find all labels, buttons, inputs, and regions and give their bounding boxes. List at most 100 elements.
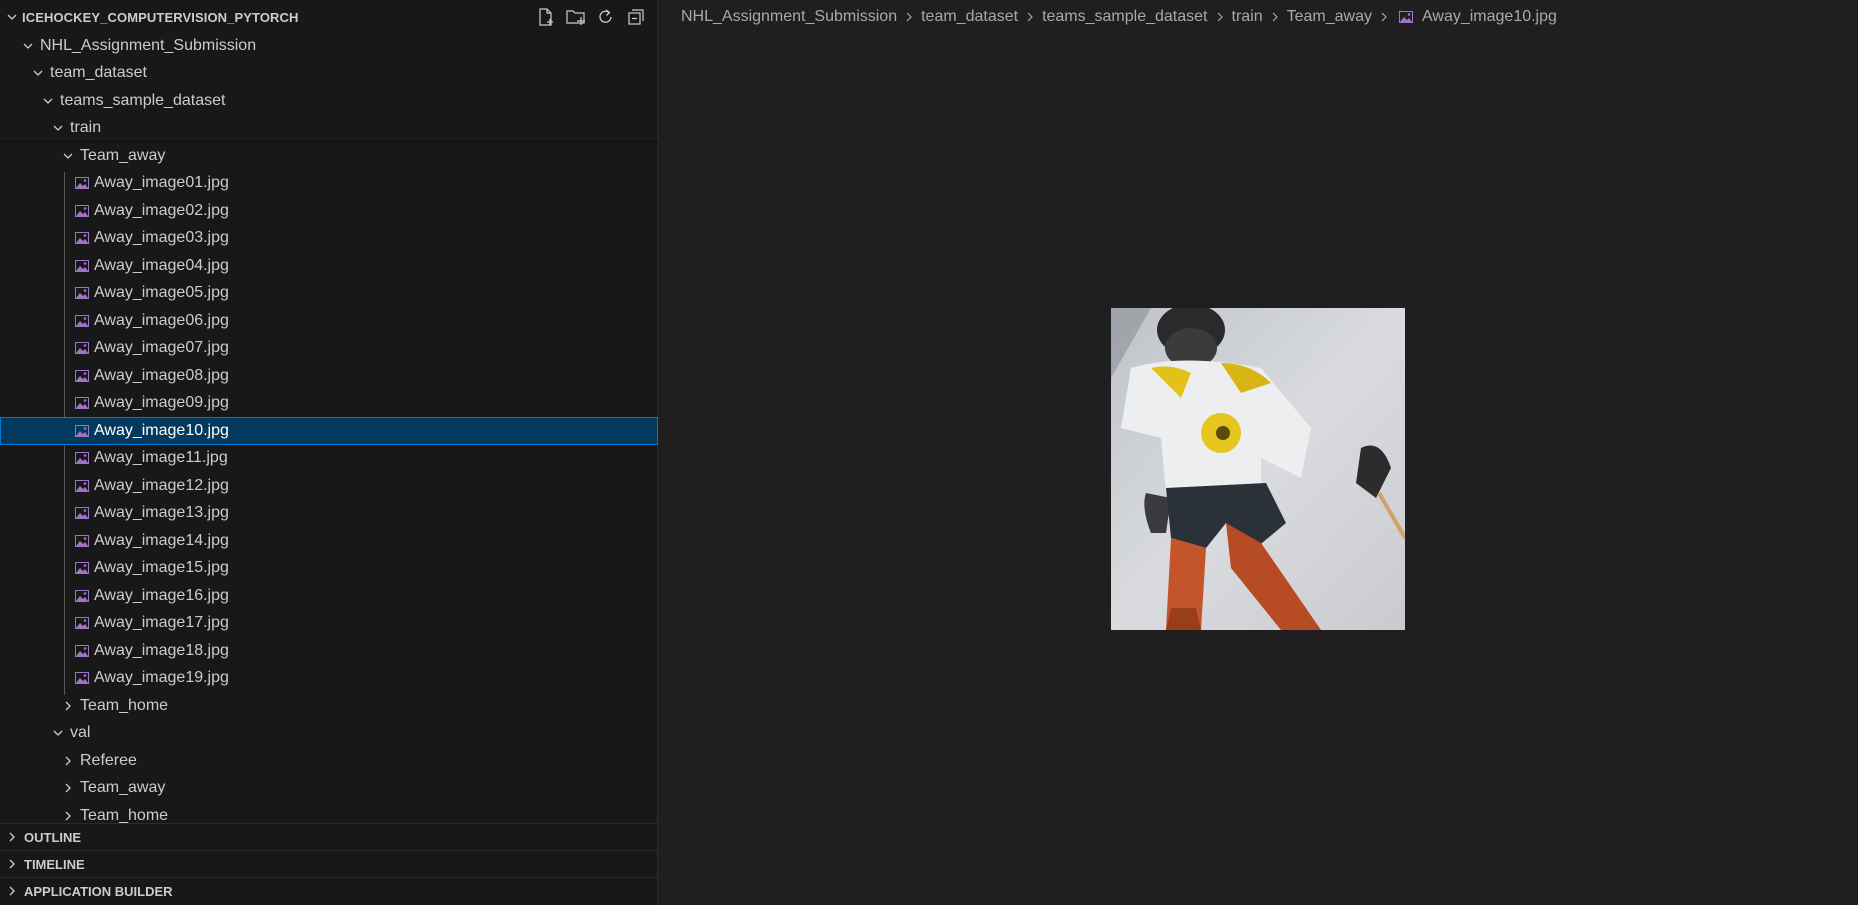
tree-file[interactable]: Away_image06.jpg xyxy=(0,307,658,335)
sticky-scroll-shadow xyxy=(0,141,658,144)
tree-item-label: Away_image05.jpg xyxy=(94,284,229,302)
chevron-right-icon xyxy=(1212,9,1228,25)
chevron-down-icon[interactable] xyxy=(50,725,66,741)
tree-file[interactable]: Away_image08.jpg xyxy=(0,362,658,390)
tree-item-label: Away_image16.jpg xyxy=(94,586,229,604)
breadcrumb-item[interactable]: teams_sample_dataset xyxy=(1040,8,1209,26)
image-editor: NHL_Assignment_Submission team_dataset tea… xyxy=(659,0,1858,905)
tree-folder[interactable]: Team_away xyxy=(0,142,658,170)
image-file-icon xyxy=(74,340,90,356)
tree-file[interactable]: Away_image11.jpg xyxy=(0,445,658,473)
panel-outline[interactable]: OUTLINE xyxy=(0,823,658,850)
tree-file[interactable]: Away_image18.jpg xyxy=(0,637,658,665)
image-file-icon xyxy=(74,533,90,549)
image-file-icon xyxy=(74,670,90,686)
tree-file[interactable]: Away_image01.jpg xyxy=(0,170,658,198)
tree-folder[interactable]: val xyxy=(0,720,658,748)
collapse-all-icon[interactable] xyxy=(624,6,648,28)
tree-file[interactable]: Away_image09.jpg xyxy=(0,390,658,418)
tree-item-label: Away_image01.jpg xyxy=(94,174,229,192)
tree-file[interactable]: Away_image07.jpg xyxy=(0,335,658,363)
image-file-icon xyxy=(74,560,90,576)
tree-item-label: Away_image13.jpg xyxy=(94,504,229,522)
tree-file[interactable]: Away_image13.jpg xyxy=(0,500,658,528)
new-file-icon[interactable] xyxy=(534,6,558,28)
panel-label: TIMELINE xyxy=(24,856,85,872)
chevron-down-icon[interactable] xyxy=(50,120,66,136)
explorer-header[interactable]: ICEHOCKEY_COMPUTERVISION_PYTORCH xyxy=(0,2,658,32)
tree-item-label: Away_image19.jpg xyxy=(94,669,229,687)
tree-file[interactable]: Away_image15.jpg xyxy=(0,555,658,583)
tree-item-label: train xyxy=(70,119,102,137)
tree-item-label: Away_image09.jpg xyxy=(94,394,229,412)
tree-item-label: Away_image12.jpg xyxy=(94,476,229,494)
chevron-right-icon[interactable] xyxy=(4,829,20,845)
tree-item-label: Referee xyxy=(80,751,137,769)
tree-file[interactable]: Away_image10.jpg xyxy=(0,417,658,445)
panel-timeline[interactable]: TIMELINE xyxy=(0,850,658,877)
breadcrumb-item[interactable]: team_dataset xyxy=(919,8,1020,26)
breadcrumb-file[interactable]: Away_image10.jpg xyxy=(1420,8,1559,26)
explorer-sidebar: ICEHOCKEY_COMPUTERVISION_PYTORCH NHL_Ass… xyxy=(0,0,658,905)
tree-file[interactable]: Away_image12.jpg xyxy=(0,472,658,500)
panel-application-builder[interactable]: APPLICATION BUILDER xyxy=(0,877,658,904)
chevron-right-icon[interactable] xyxy=(60,753,76,769)
image-file-icon xyxy=(74,285,90,301)
chevron-right-icon xyxy=(1022,9,1038,25)
tree-folder[interactable]: NHL_Assignment_Submission xyxy=(0,32,658,60)
tree-file[interactable]: Away_image03.jpg xyxy=(0,225,658,253)
image-preview[interactable] xyxy=(1111,308,1405,630)
tree-file[interactable]: Away_image05.jpg xyxy=(0,280,658,308)
chevron-right-icon[interactable] xyxy=(4,856,20,872)
panel-label: OUTLINE xyxy=(24,829,82,845)
chevron-down-icon[interactable] xyxy=(4,9,20,25)
new-folder-icon[interactable] xyxy=(564,6,588,28)
chevron-down-icon[interactable] xyxy=(20,38,36,54)
image-file-icon xyxy=(74,395,90,411)
chevron-down-icon[interactable] xyxy=(60,148,76,164)
tree-file[interactable]: Away_image14.jpg xyxy=(0,527,658,555)
image-file-icon xyxy=(74,450,90,466)
tree-item-label: Away_image03.jpg xyxy=(94,229,229,247)
tree-item-label: Team_away xyxy=(80,146,166,164)
tree-item-label: Away_image04.jpg xyxy=(94,256,229,274)
chevron-right-icon[interactable] xyxy=(60,698,76,714)
tree-folder[interactable]: train xyxy=(0,115,658,143)
chevron-down-icon[interactable] xyxy=(30,65,46,81)
tree-file[interactable]: Away_image04.jpg xyxy=(0,252,658,280)
image-file-icon xyxy=(74,615,90,631)
tree-item-label: Away_image17.jpg xyxy=(94,614,229,632)
refresh-icon[interactable] xyxy=(594,6,618,28)
tree-item-label: team_dataset xyxy=(50,64,147,82)
tree-item-label: Away_image11.jpg xyxy=(94,449,228,467)
chevron-right-icon[interactable] xyxy=(60,808,76,824)
breadcrumb-item[interactable]: NHL_Assignment_Submission xyxy=(679,8,899,26)
tree-item-label: NHL_Assignment_Submission xyxy=(40,36,257,54)
tree-folder[interactable]: Referee xyxy=(0,747,658,775)
tree-folder[interactable]: Team_away xyxy=(0,775,658,803)
tree-folder[interactable]: Team_home xyxy=(0,692,658,720)
image-file-icon xyxy=(74,588,90,604)
chevron-right-icon[interactable] xyxy=(4,883,20,899)
breadcrumb-item[interactable]: train xyxy=(1230,8,1265,26)
chevron-right-icon xyxy=(1267,9,1283,25)
panel-label: APPLICATION BUILDER xyxy=(24,883,173,899)
image-file-icon xyxy=(74,478,90,494)
breadcrumb: NHL_Assignment_Submission team_dataset tea… xyxy=(679,4,1559,30)
tree-item-label: teams_sample_dataset xyxy=(60,91,226,109)
tree-file[interactable]: Away_image17.jpg xyxy=(0,610,658,638)
tree-item-label: val xyxy=(70,724,91,742)
chevron-right-icon[interactable] xyxy=(60,780,76,796)
tree-file[interactable]: Away_image16.jpg xyxy=(0,582,658,610)
tree-item-label: Away_image14.jpg xyxy=(94,531,229,549)
image-file-icon xyxy=(74,505,90,521)
tree-folder[interactable]: teams_sample_dataset xyxy=(0,87,658,115)
tree-file[interactable]: Away_image02.jpg xyxy=(0,197,658,225)
image-file-icon xyxy=(74,175,90,191)
chevron-down-icon[interactable] xyxy=(40,93,56,109)
tree-file[interactable]: Away_image19.jpg xyxy=(0,665,658,693)
image-file-icon xyxy=(74,230,90,246)
explorer-actions xyxy=(534,6,648,28)
breadcrumb-item[interactable]: Team_away xyxy=(1285,8,1374,26)
tree-folder[interactable]: team_dataset xyxy=(0,60,658,88)
